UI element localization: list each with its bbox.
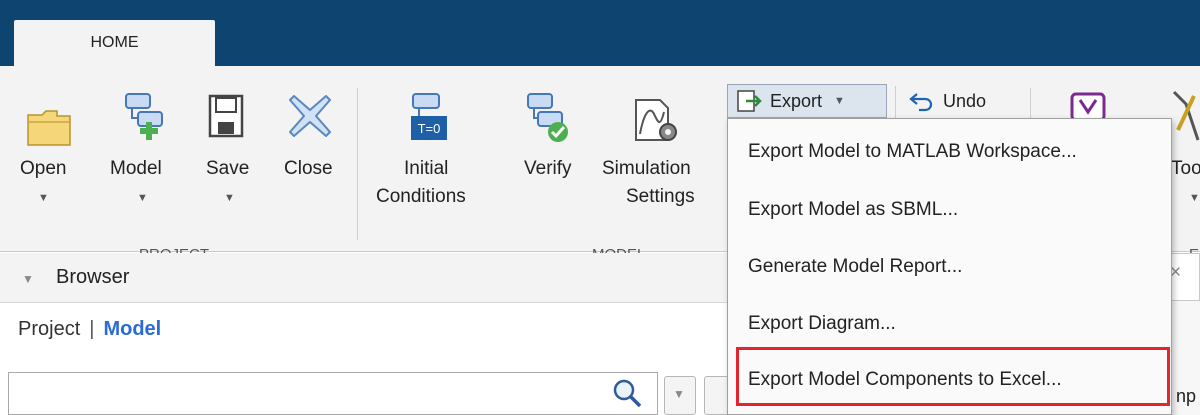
close-x-icon <box>289 95 331 137</box>
export-caret-icon: ▼ <box>834 95 845 107</box>
save-dropdown-arrow[interactable]: ▼ <box>224 192 235 204</box>
initial-conditions-button[interactable]: T=0 Initial Conditions <box>372 86 492 226</box>
model-dropdown-arrow[interactable]: ▼ <box>137 192 148 204</box>
filter-icon: ▼ <box>673 387 685 401</box>
initial-conditions-label-line2: Conditions <box>376 186 466 207</box>
menu-item-export-to-workspace[interactable]: Export Model to MATLAB Workspace... <box>728 123 1171 181</box>
menu-item-export-components-excel[interactable]: Export Model Components to Excel... <box>728 351 1171 409</box>
save-label: Save <box>206 158 250 179</box>
nav-separator: | <box>89 318 95 340</box>
undo-icon <box>909 93 933 112</box>
browser-title: Browser <box>56 266 130 288</box>
tools-label-partial: Too <box>1171 158 1200 179</box>
nav-project-link[interactable]: Project <box>18 318 80 340</box>
save-disk-icon <box>208 94 244 138</box>
simulation-settings-icon <box>635 99 677 141</box>
initial-conditions-icon: T=0 <box>411 93 447 140</box>
search-button[interactable] <box>602 371 652 415</box>
open-label: Open <box>20 158 67 179</box>
save-button[interactable]: Save ▼ <box>202 86 262 226</box>
menu-item-export-sbml[interactable]: Export Model as SBML... <box>728 181 1171 239</box>
undo-label: Undo <box>943 90 987 111</box>
verify-check-icon <box>527 93 568 142</box>
model-button[interactable]: Model ▼ <box>104 86 174 226</box>
export-button[interactable]: Export ▼ <box>727 84 887 118</box>
right-panel-peek-text: np <box>1176 386 1197 406</box>
menu-item-generate-report[interactable]: Generate Model Report... <box>728 238 1171 296</box>
tab-home-label: HOME <box>90 34 139 51</box>
collapse-triangle-icon[interactable]: ▼ <box>22 272 34 286</box>
browser-nav: Project | Model <box>18 318 161 341</box>
model-label: Model <box>110 158 162 179</box>
menu-item-export-diagram[interactable]: Export Diagram... <box>728 295 1171 353</box>
export-dropdown-menu: Export Model to MATLAB Workspace... Expo… <box>727 118 1172 415</box>
tools-icon[interactable] <box>1168 86 1200 146</box>
tools-dropdown-arrow[interactable]: ▼ <box>1189 192 1200 204</box>
tab-home[interactable]: HOME <box>14 20 215 66</box>
open-dropdown-arrow[interactable]: ▼ <box>38 192 49 204</box>
export-icon <box>737 90 762 112</box>
ribbon-separator <box>895 86 896 122</box>
tn-badge-text: T=0 <box>418 121 441 136</box>
undo-button[interactable]: Undo <box>903 84 1018 118</box>
search-input[interactable] <box>8 372 658 415</box>
verify-label: Verify <box>524 158 572 179</box>
ribbon-separator <box>357 88 358 240</box>
folder-icon <box>27 110 71 146</box>
model-add-icon <box>125 93 163 140</box>
export-label: Export <box>770 90 823 111</box>
simulation-settings-label-line1: Simulation <box>602 158 691 179</box>
initial-conditions-label-line1: Initial <box>404 158 449 179</box>
open-button[interactable]: Open ▼ <box>18 86 78 226</box>
simulation-settings-label-line2: Settings <box>626 186 695 207</box>
filter-button[interactable]: ▼ <box>664 376 696 415</box>
close-button[interactable]: Close <box>280 86 344 226</box>
simulation-settings-button[interactable]: Simulation Settings <box>598 86 710 226</box>
verify-button[interactable]: Verify <box>518 86 588 226</box>
search-icon <box>613 379 642 408</box>
nav-model-link[interactable]: Model <box>103 318 161 340</box>
close-label: Close <box>284 158 333 179</box>
